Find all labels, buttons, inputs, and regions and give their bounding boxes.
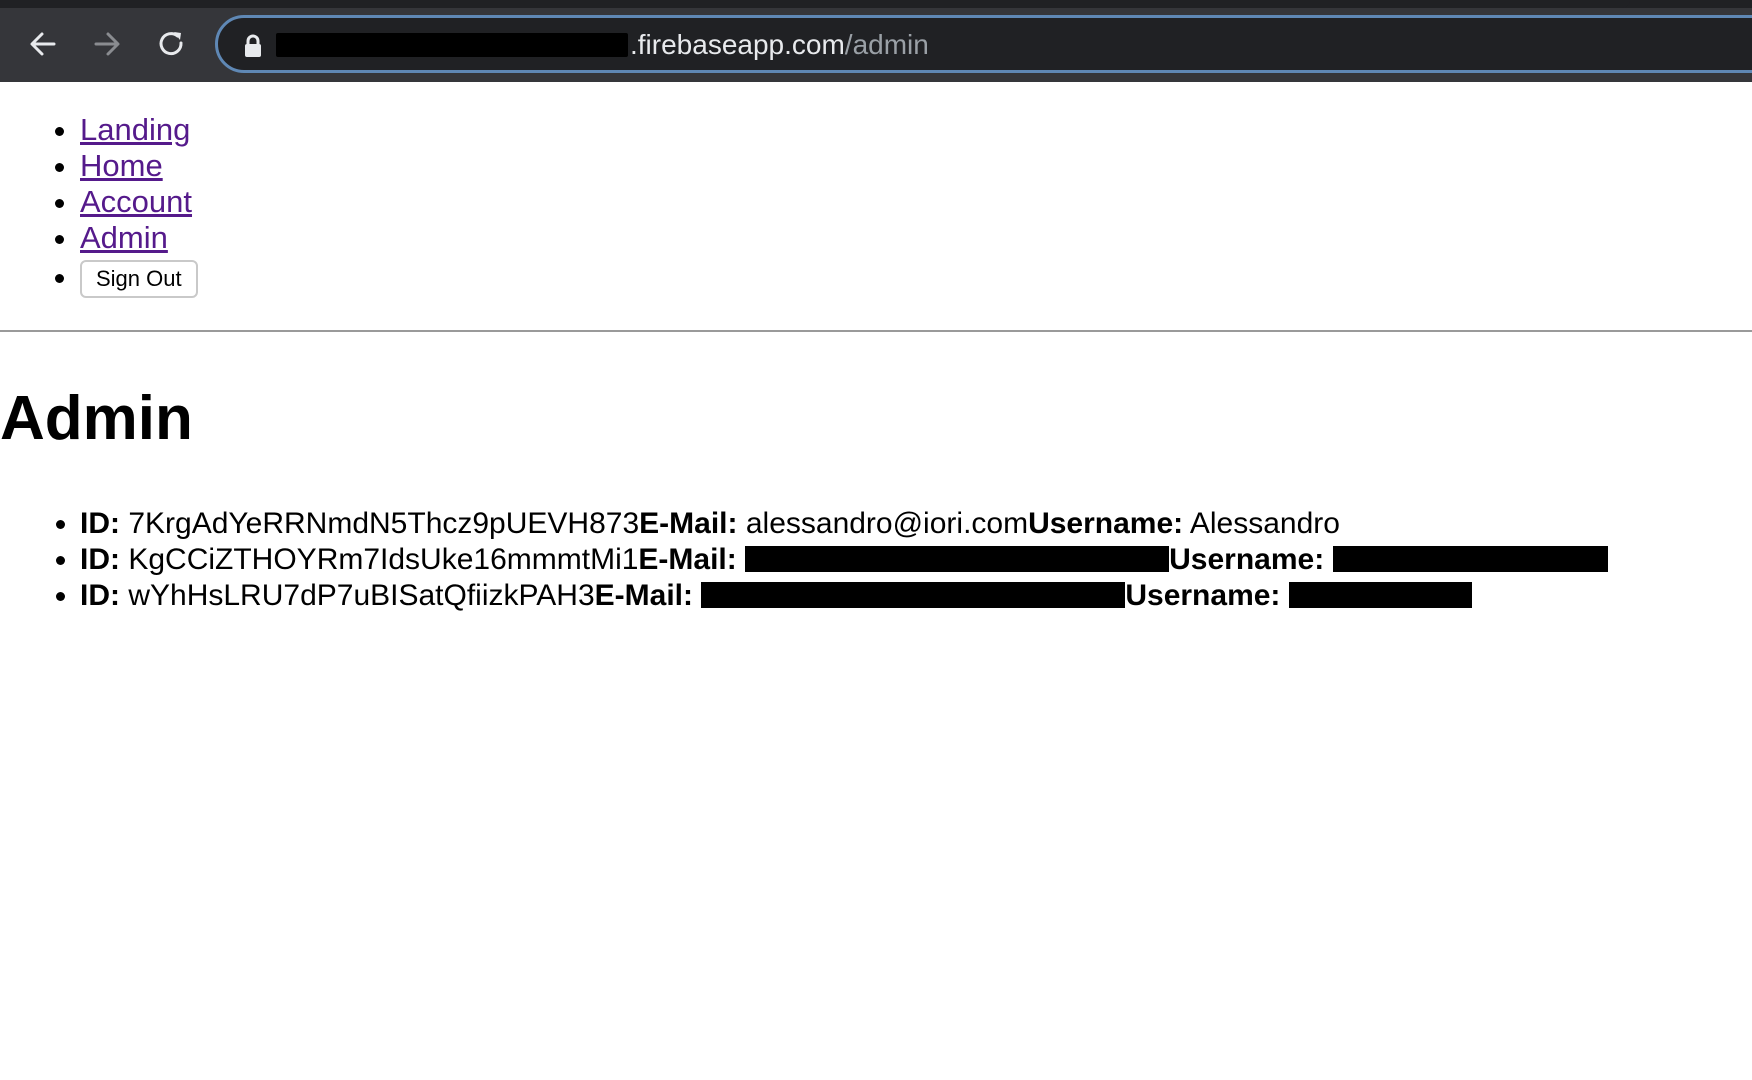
user-id: wYhHsLRU7dP7uBISatQfiizkPAH3 bbox=[128, 579, 595, 612]
page-content: Landing Home Account Admin Sign Out Admi… bbox=[0, 82, 1752, 614]
redacted-username bbox=[1332, 546, 1608, 572]
forward-arrow-icon[interactable] bbox=[87, 24, 127, 64]
user-email: alessandro@iori.com bbox=[745, 507, 1029, 540]
nav-item: Admin bbox=[80, 220, 1752, 256]
email-label: E-Mail: bbox=[638, 543, 737, 576]
active-tab-edge bbox=[0, 0, 1630, 8]
user-list-item: ID: KgCCiZTHOYRm7IdsUke16mmmtMi1E-Mail: … bbox=[80, 542, 1752, 578]
nav-link-account[interactable]: Account bbox=[80, 184, 192, 219]
user-list: ID: 7KrgAdYeRRNmdN5Thcz9pUEVH873E-Mail: … bbox=[0, 454, 1752, 614]
user-list-item: ID: wYhHsLRU7dP7uBISatQfiizkPAH3E-Mail: … bbox=[80, 578, 1752, 614]
nav-link-landing[interactable]: Landing bbox=[80, 112, 190, 147]
redacted-email bbox=[745, 546, 1170, 572]
nav-link-admin[interactable]: Admin bbox=[80, 220, 168, 255]
id-label: ID: bbox=[80, 507, 120, 540]
reload-icon[interactable] bbox=[151, 24, 191, 64]
user-id: KgCCiZTHOYRm7IdsUke16mmmtMi1 bbox=[128, 543, 639, 576]
divider bbox=[0, 330, 1752, 332]
url-text: .firebaseapp.com/admin bbox=[630, 27, 929, 63]
id-label: ID: bbox=[80, 579, 120, 612]
user-id: 7KrgAdYeRRNmdN5Thcz9pUEVH873 bbox=[128, 507, 640, 540]
nav-item: Landing bbox=[80, 112, 1752, 148]
page-title: Admin bbox=[0, 384, 193, 453]
redacted-email bbox=[701, 582, 1126, 608]
address-bar[interactable]: .firebaseapp.com/admin bbox=[215, 15, 1752, 73]
nav-link-home[interactable]: Home bbox=[80, 148, 163, 183]
username-label: Username: bbox=[1169, 543, 1325, 576]
sign-out-button[interactable]: Sign Out bbox=[80, 259, 198, 298]
back-arrow-icon[interactable] bbox=[23, 24, 63, 64]
email-label: E-Mail: bbox=[594, 579, 693, 612]
redacted-username bbox=[1288, 582, 1472, 608]
redacted-url-subdomain bbox=[276, 33, 628, 57]
username-label: Username: bbox=[1125, 579, 1281, 612]
nav-item: Account bbox=[80, 184, 1752, 220]
nav-list: Landing Home Account Admin Sign Out bbox=[0, 82, 1752, 298]
id-label: ID: bbox=[80, 543, 120, 576]
url-path: /admin bbox=[844, 29, 929, 60]
email-label: E-Mail: bbox=[639, 507, 738, 540]
lock-icon bbox=[245, 34, 261, 57]
browser-toolbar: .firebaseapp.com/admin bbox=[0, 0, 1752, 82]
user-list-item: ID: 7KrgAdYeRRNmdN5Thcz9pUEVH873E-Mail: … bbox=[80, 506, 1752, 542]
username-label: Username: bbox=[1028, 507, 1184, 540]
nav-item: Sign Out bbox=[80, 256, 1752, 298]
user-username: Alessandro bbox=[1189, 507, 1340, 540]
url-host: .firebaseapp.com bbox=[630, 29, 845, 60]
nav-item: Home bbox=[80, 148, 1752, 184]
